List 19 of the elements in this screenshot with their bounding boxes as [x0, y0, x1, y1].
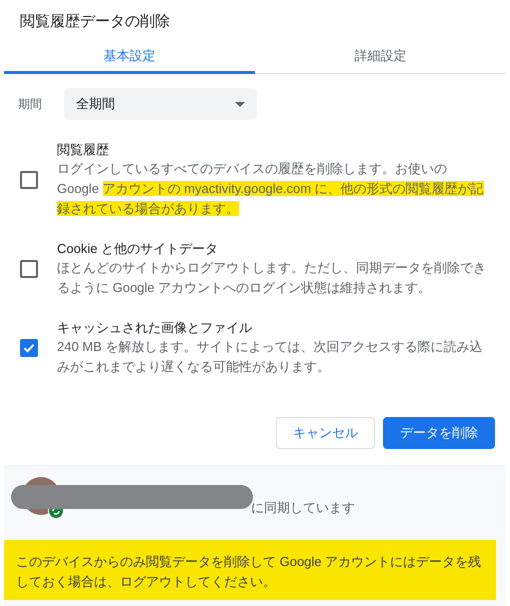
- sync-status: に同期しています: [251, 499, 355, 517]
- tab[interactable]: 基本設定: [4, 40, 255, 74]
- period-dropdown[interactable]: 全期間: [64, 88, 257, 120]
- option-description: 240 MB を解放します。サイトによっては、次回アクセスする際に読み込みがこれまでより遅くなる可能性があります。: [57, 338, 484, 376]
- option-title: 閲覧履歴: [57, 141, 110, 159]
- checkbox[interactable]: [20, 338, 38, 356]
- option-description: ログインしているすべてのデバイスの履歴を削除します。お使いの Google アカウントの myactivity.google.com に、他の形式の閲覧履歴が記録されている場合があります。: [57, 160, 485, 218]
- caret-icon: [235, 102, 245, 106]
- option-title: Cookie と他のサイトデータ: [57, 240, 220, 258]
- checkbox[interactable]: [20, 170, 38, 188]
- option-description: ほとんどのサイトからログアウトします。ただし、同期データを削除できるように Google アカウントへのログイン状態は維持されます。: [57, 259, 487, 297]
- option-title: キャッシュされた画像とファイル: [57, 319, 253, 337]
- logout-notice: このデバイスからのみ閲覧データを削除して Google アカウントにはデータを残しておく場合は、ログアウトしてください。: [4, 540, 496, 600]
- period-label: 期間: [18, 96, 43, 112]
- tab[interactable]: 詳細設定: [255, 40, 506, 74]
- cancel-button[interactable]: キャンセル: [276, 417, 375, 449]
- dialog-title: 閲覧履歴データの削除: [19, 12, 171, 32]
- delete-button[interactable]: データを削除: [383, 417, 495, 449]
- checkbox[interactable]: [20, 260, 38, 278]
